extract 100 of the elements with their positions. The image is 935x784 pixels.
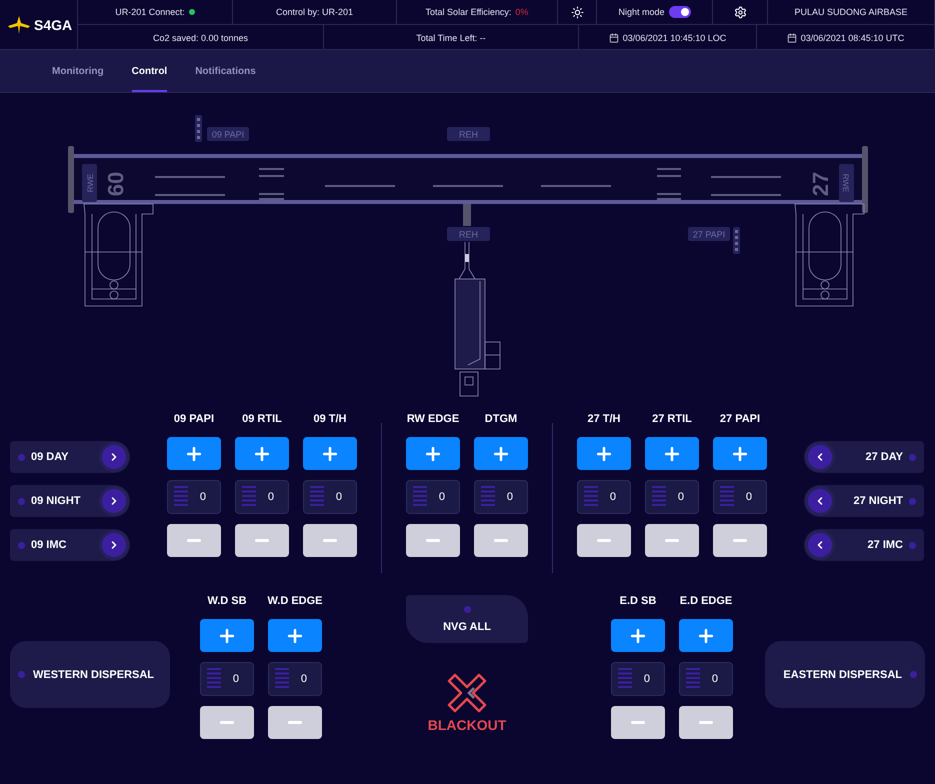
calendar-icon bbox=[608, 32, 619, 42]
brightness-icon[interactable] bbox=[570, 6, 584, 18]
level-value: 0 bbox=[678, 491, 684, 503]
papi-lights-icon bbox=[195, 115, 202, 142]
level-value: 0 bbox=[438, 491, 445, 503]
rwe-tag: RWE bbox=[82, 164, 97, 202]
increase-button[interactable] bbox=[474, 437, 528, 470]
increase-button[interactable] bbox=[167, 437, 221, 470]
logo-icon bbox=[8, 16, 30, 34]
minus-icon bbox=[255, 539, 269, 542]
level-bars-icon bbox=[242, 486, 256, 508]
level-value: 0 bbox=[644, 673, 650, 685]
increase-button[interactable] bbox=[679, 619, 733, 652]
level-bars-icon bbox=[686, 668, 700, 690]
airbase-name: PULAU SUDONG AIRBASE bbox=[794, 7, 908, 17]
level-value: 0 bbox=[268, 491, 274, 503]
level-value: 0 bbox=[610, 491, 616, 503]
nvg-all-button[interactable]: NVG ALL bbox=[406, 595, 528, 643]
minus-icon bbox=[494, 539, 508, 542]
level-bars-icon bbox=[174, 486, 188, 508]
channel-label: 27 PAPI bbox=[720, 413, 760, 425]
mode-button[interactable]: 27 DAY bbox=[804, 441, 924, 473]
connection-label: UR-201 Connect: bbox=[115, 7, 185, 17]
increase-button[interactable] bbox=[645, 437, 699, 470]
increase-button[interactable] bbox=[406, 437, 460, 470]
channel-label: DTGM bbox=[484, 413, 518, 425]
increase-button[interactable] bbox=[200, 619, 254, 652]
level-bars-icon bbox=[310, 486, 324, 508]
minus-icon bbox=[699, 721, 713, 724]
nav-tab[interactable]: Notifications bbox=[195, 52, 256, 92]
minus-icon bbox=[187, 539, 201, 542]
level-bars-icon bbox=[618, 668, 632, 690]
level-bars-icon bbox=[275, 668, 289, 690]
reh-tag: REH bbox=[447, 227, 490, 241]
level-bars-icon bbox=[413, 486, 427, 508]
channel-label: E.D SB bbox=[620, 595, 656, 607]
minus-icon bbox=[631, 721, 645, 724]
calendar-icon bbox=[786, 32, 797, 42]
blackout-button[interactable]: BLACKOUT bbox=[428, 673, 506, 733]
increase-button[interactable] bbox=[303, 437, 357, 470]
minus-icon bbox=[288, 721, 302, 724]
mode-button[interactable]: 09 DAY bbox=[10, 441, 130, 473]
mode-button[interactable]: 09 IMC bbox=[10, 529, 130, 561]
level-value: 0 bbox=[746, 491, 752, 503]
solar-efficiency-label: Total Solar Efficiency: bbox=[426, 7, 512, 17]
control-by-label: Control by: UR-201 bbox=[276, 7, 354, 17]
channel-label: W.D EDGE bbox=[268, 595, 323, 607]
increase-button[interactable] bbox=[611, 619, 665, 652]
channel-label: E.D EDGE bbox=[680, 595, 732, 607]
solar-efficiency-value: 0% bbox=[515, 7, 528, 17]
runway-number: 09 bbox=[103, 172, 128, 196]
channel-label: 09 PAPI bbox=[174, 413, 214, 425]
increase-button[interactable] bbox=[713, 437, 767, 470]
mode-button[interactable]: 27 NIGHT bbox=[804, 485, 924, 517]
increase-button[interactable] bbox=[577, 437, 631, 470]
mode-button[interactable]: 27 IMC bbox=[804, 529, 924, 561]
channel-label: W.D SB bbox=[207, 595, 247, 607]
level-bars-icon bbox=[207, 668, 221, 690]
level-value: 0 bbox=[200, 491, 206, 503]
level-bars-icon bbox=[652, 486, 666, 508]
level-bars-icon bbox=[720, 486, 734, 508]
mode-button[interactable]: 09 NIGHT bbox=[10, 485, 130, 517]
channel-label: 09 T/H bbox=[313, 413, 346, 425]
local-time: 03/06/2021 10:45:10 LOC bbox=[622, 32, 726, 42]
level-value: 0 bbox=[336, 491, 342, 503]
level-value: 0 bbox=[232, 673, 239, 685]
papi-tag: 09 PAPI bbox=[207, 127, 249, 141]
papi-lights-icon bbox=[733, 227, 740, 254]
level-value: 0 bbox=[712, 673, 718, 685]
rwe-tag: RWE bbox=[839, 164, 854, 202]
co2-saved-label: Co2 saved: 0.00 tonnes bbox=[152, 32, 248, 42]
channel-label: RW EDGE bbox=[406, 413, 460, 425]
blackout-x-icon bbox=[446, 673, 487, 713]
papi-tag: 27 PAPI bbox=[688, 227, 730, 241]
reh-tag: REH bbox=[447, 127, 490, 141]
nav-tab[interactable]: Monitoring bbox=[52, 52, 104, 92]
level-bars-icon bbox=[481, 486, 495, 508]
increase-button[interactable] bbox=[268, 619, 322, 652]
minus-icon bbox=[323, 539, 337, 542]
dispersal-button[interactable]: WESTERN DISPERSAL bbox=[10, 641, 170, 708]
increase-button[interactable] bbox=[235, 437, 289, 470]
time-left-label: Total Time Left: -- bbox=[416, 32, 486, 42]
level-bars-icon bbox=[584, 486, 598, 508]
night-mode-toggle[interactable] bbox=[668, 6, 691, 18]
utc-time: 03/06/2021 08:45:10 UTC bbox=[800, 32, 904, 42]
settings-icon[interactable] bbox=[734, 6, 746, 18]
nav-tab[interactable]: Control bbox=[132, 52, 168, 92]
minus-icon bbox=[597, 539, 611, 542]
level-value: 0 bbox=[300, 673, 307, 685]
channel-label: 27 T/H bbox=[587, 413, 620, 425]
minus-icon bbox=[426, 539, 440, 542]
logo-text: S4GA bbox=[34, 17, 72, 33]
minus-icon bbox=[733, 539, 747, 542]
minus-icon bbox=[665, 539, 679, 542]
night-mode-label: Night mode bbox=[618, 7, 665, 17]
runway-number: 27 bbox=[808, 172, 833, 196]
channel-label: 09 RTIL bbox=[242, 413, 282, 425]
dispersal-button[interactable]: EASTERN DISPERSAL bbox=[765, 641, 925, 708]
channel-label: 27 RTIL bbox=[652, 413, 692, 425]
level-value: 0 bbox=[506, 491, 513, 503]
